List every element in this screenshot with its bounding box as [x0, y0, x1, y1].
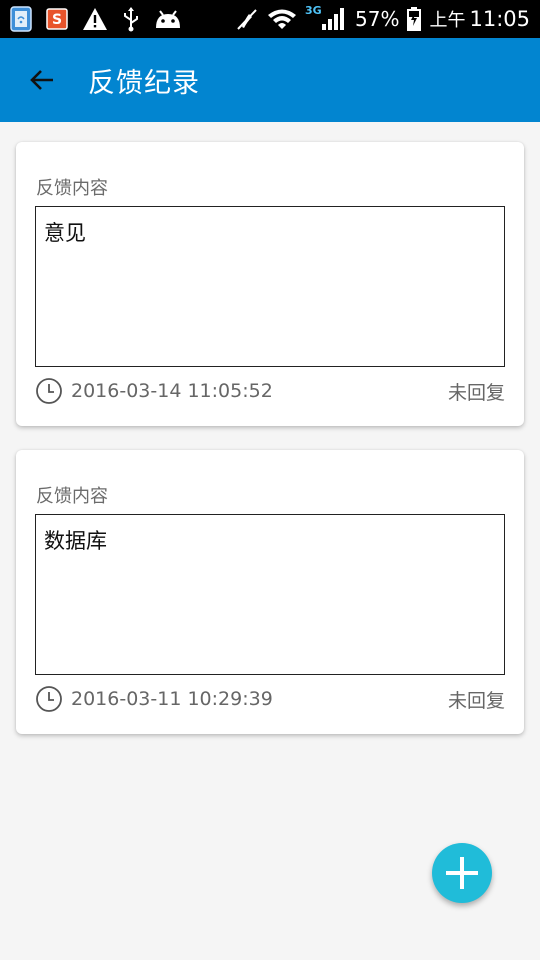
- vibrate-off-icon: [235, 6, 259, 32]
- feedback-timestamp: 2016-03-14 11:05:52: [71, 380, 273, 402]
- feedback-content-label: 反馈内容: [36, 486, 108, 507]
- weibo-app-icon: S: [46, 6, 68, 32]
- reply-status: 未回复: [447, 689, 505, 712]
- wifi-icon: [267, 6, 297, 32]
- feedback-card[interactable]: 反馈内容 数据库 2016-03-11 10:29:39 未回复: [16, 450, 524, 734]
- status-bar-right: 3G 57% 上午 11:05: [227, 4, 530, 32]
- network-type-label: 3G: [305, 4, 322, 17]
- time-prefix: 上午: [429, 10, 466, 31]
- reply-status: 未回复: [447, 381, 505, 404]
- sim-card-icon: [10, 6, 32, 32]
- feedback-timestamp: 2016-03-11 10:29:39: [71, 688, 273, 710]
- arrow-back-icon: [28, 66, 56, 94]
- back-button[interactable]: [14, 52, 70, 108]
- feedback-content-label: 反馈内容: [36, 178, 108, 199]
- warning-icon: [82, 6, 108, 32]
- android-debug-icon: [154, 6, 182, 32]
- clock-time: 11:05: [469, 7, 530, 31]
- feedback-card-footer: 2016-03-11 10:29:39 未回复: [35, 684, 505, 714]
- clock-icon: [35, 685, 63, 713]
- battery-percent: 57%: [355, 7, 400, 31]
- status-bar-left: S: [10, 6, 196, 32]
- usb-icon: [122, 6, 140, 32]
- feedback-card[interactable]: 反馈内容 意见 2016-03-14 11:05:52 未回复: [16, 142, 524, 426]
- signal-3g-icon: 3G: [305, 4, 347, 32]
- add-feedback-button[interactable]: [432, 843, 492, 903]
- feedback-content-box: 数据库: [35, 514, 505, 675]
- status-bar: S 3G 57% 上午 11:05: [0, 0, 540, 38]
- battery-charging-icon: [407, 6, 422, 32]
- app-bar: 反馈纪录: [0, 38, 540, 122]
- feedback-content-box: 意见: [35, 206, 505, 367]
- feedback-card-footer: 2016-03-14 11:05:52 未回复: [35, 376, 505, 406]
- plus-icon: [444, 855, 480, 891]
- timestamp-group: 2016-03-11 10:29:39: [35, 685, 273, 713]
- timestamp-group: 2016-03-14 11:05:52: [35, 377, 273, 405]
- clock-icon: [35, 377, 63, 405]
- page-title: 反馈纪录: [88, 67, 200, 99]
- svg-text:S: S: [52, 12, 62, 28]
